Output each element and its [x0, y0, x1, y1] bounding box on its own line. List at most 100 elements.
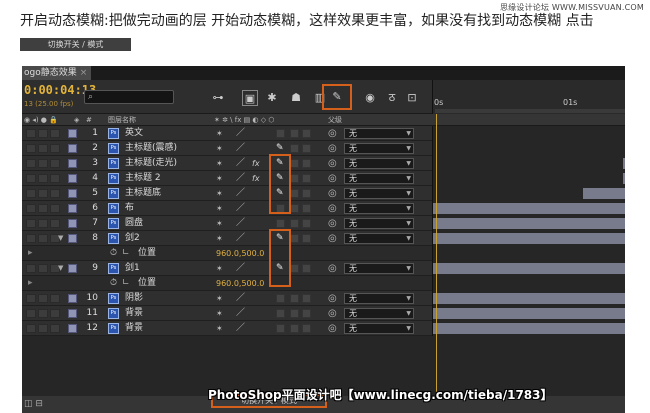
label-color-swatch[interactable] [68, 309, 77, 318]
3d-switch[interactable] [302, 294, 311, 303]
parent-select[interactable]: 无 ▼ [344, 188, 414, 199]
3d-switch[interactable] [302, 174, 311, 183]
property-value[interactable]: 960.0,500.0 [216, 246, 264, 261]
pick-whip-icon[interactable]: ◎ [328, 231, 337, 246]
time-ruler[interactable]: 0s 01s [432, 80, 625, 114]
quality-switch-icon[interactable]: ／ [236, 171, 245, 186]
layer-row[interactable]: ▼ 9 Ps 剑1 ✶ ／ ✎ ◎ 无 ▼ [22, 261, 625, 276]
adjustment-switch[interactable] [290, 129, 299, 138]
3d-switch[interactable] [302, 309, 311, 318]
layer-name[interactable]: 阴影 [125, 291, 143, 306]
quality-switch-icon[interactable]: ／ [236, 291, 245, 306]
lock-toggle[interactable] [50, 219, 60, 228]
layer-row[interactable]: 6 Ps 布 ✶ ／ ◎ 无 ▼ [22, 201, 625, 216]
label-color-swatch[interactable] [68, 219, 77, 228]
parent-select[interactable]: 无 ▼ [344, 263, 414, 274]
solo-toggle[interactable] [38, 264, 48, 273]
label-color-swatch[interactable] [68, 189, 77, 198]
pick-whip-icon[interactable]: ◎ [328, 321, 337, 336]
video-toggle[interactable] [26, 294, 36, 303]
shy-switch-icon[interactable]: ✶ [216, 261, 223, 276]
video-toggle[interactable] [26, 129, 36, 138]
timeline-track[interactable] [432, 321, 625, 336]
layer-name[interactable]: 剑1 [125, 261, 140, 276]
layer-name[interactable]: 背景 [125, 306, 143, 321]
3d-switch[interactable] [302, 144, 311, 153]
motion-blur-switch[interactable] [276, 324, 285, 333]
timeline-track[interactable] [432, 306, 625, 321]
3d-switch[interactable] [302, 264, 311, 273]
parent-select[interactable]: 无 ▼ [344, 293, 414, 304]
layer-name[interactable]: 主标题底 [125, 186, 161, 201]
quality-switch-icon[interactable]: ／ [236, 201, 245, 216]
layer-row[interactable]: 3 Ps 主标题(走光) ✶ ／ fx ✎ ◎ 无 ▼ [22, 156, 625, 171]
3d-switch[interactable] [302, 189, 311, 198]
current-time-indicator[interactable] [436, 114, 437, 413]
3d-switch[interactable] [302, 159, 311, 168]
enable-motion-blur-icon[interactable]: ✎ [322, 84, 352, 110]
pick-whip-icon[interactable]: ◎ [328, 291, 337, 306]
lock-toggle[interactable] [50, 309, 60, 318]
layer-name[interactable]: 布 [125, 201, 134, 216]
motion-blur-switch[interactable] [276, 129, 285, 138]
layer-duration-bar[interactable] [433, 293, 625, 304]
solo-toggle[interactable] [38, 219, 48, 228]
adjustment-switch[interactable] [290, 264, 299, 273]
parent-select[interactable]: 无 ▼ [344, 308, 414, 319]
pick-whip-icon[interactable]: ◎ [328, 171, 337, 186]
adjustment-switch[interactable] [290, 144, 299, 153]
quality-switch-icon[interactable]: ／ [236, 321, 245, 336]
pick-whip-icon[interactable]: ◎ [328, 126, 337, 141]
property-row[interactable]: ▸ ⏱ ∟ 位置 960.0,500.0 [22, 246, 625, 261]
timeline-track[interactable] [432, 216, 625, 231]
comp-mini-flowchart-icon[interactable]: ⊶ [210, 90, 226, 106]
video-toggle[interactable] [26, 264, 36, 273]
video-toggle[interactable] [26, 174, 36, 183]
shy-switch-icon[interactable]: ✶ [216, 141, 223, 156]
pick-whip-icon[interactable]: ◎ [328, 141, 337, 156]
layer-name[interactable]: 主标题(走光) [125, 156, 177, 171]
solo-toggle[interactable] [38, 324, 48, 333]
pick-whip-icon[interactable]: ◎ [328, 156, 337, 171]
timeline-track[interactable] [432, 186, 625, 201]
brainstorm-icon[interactable]: ठ [384, 90, 400, 106]
lock-toggle[interactable] [50, 189, 60, 198]
quality-switch-icon[interactable]: ／ [236, 231, 245, 246]
layer-duration-bar[interactable] [583, 188, 625, 199]
pick-whip-icon[interactable]: ◎ [328, 201, 337, 216]
tab-composition[interactable]: ogo静态效果 × [22, 66, 92, 80]
comp-flowchart-icon[interactable]: ◫ ⊟ [24, 399, 43, 409]
lock-toggle[interactable] [50, 294, 60, 303]
layer-name[interactable]: 主标题 2 [125, 171, 161, 186]
graph-editor-icon[interactable]: ◉ [362, 90, 378, 106]
video-toggle[interactable] [26, 234, 36, 243]
video-toggle[interactable] [26, 309, 36, 318]
quality-switch-icon[interactable]: ／ [236, 216, 245, 231]
solo-toggle[interactable] [38, 294, 48, 303]
layer-name[interactable]: 背景 [125, 321, 143, 336]
label-color-swatch[interactable] [68, 129, 77, 138]
layer-row[interactable]: 1 Ps 英文 ✶ ／ ◎ 无 ▼ [22, 126, 625, 141]
effect-switch-icon[interactable]: fx [252, 171, 260, 186]
video-toggle[interactable] [26, 144, 36, 153]
pick-whip-icon[interactable]: ◎ [328, 216, 337, 231]
shy-switch-icon[interactable]: ✶ [216, 156, 223, 171]
timeline-track[interactable] [432, 141, 625, 156]
timeline-track[interactable] [432, 126, 625, 141]
layer-duration-bar[interactable] [433, 308, 625, 319]
video-toggle[interactable] [26, 204, 36, 213]
timeline-track[interactable] [432, 171, 625, 186]
parent-select[interactable]: 无 ▼ [344, 323, 414, 334]
layer-name[interactable]: 剑2 [125, 231, 140, 246]
lock-toggle[interactable] [50, 204, 60, 213]
stopwatch-icon[interactable]: ⏱ [110, 246, 117, 261]
label-color-swatch[interactable] [68, 324, 77, 333]
label-color-swatch[interactable] [68, 294, 77, 303]
parent-select[interactable]: 无 ▼ [344, 158, 414, 169]
parent-select[interactable]: 无 ▼ [344, 233, 414, 244]
lock-toggle[interactable] [50, 174, 60, 183]
label-color-swatch[interactable] [68, 174, 77, 183]
pick-whip-icon[interactable]: ◎ [328, 261, 337, 276]
live-update-icon[interactable]: ▣ [242, 90, 258, 106]
shy-switch-icon[interactable]: ✶ [216, 126, 223, 141]
